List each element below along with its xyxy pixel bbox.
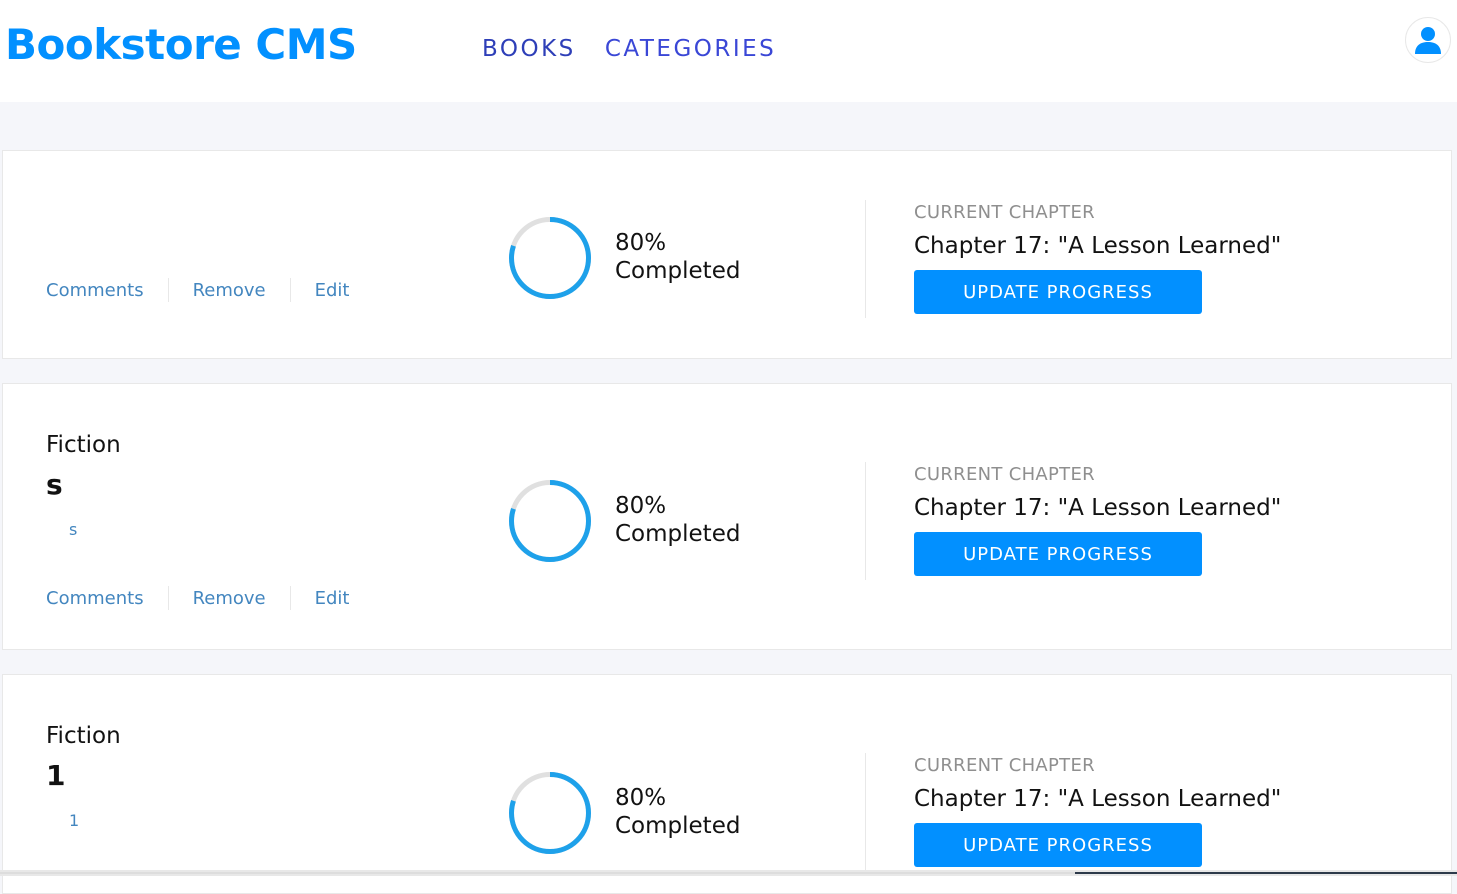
action-divider	[289, 586, 291, 610]
percent-complete: 80%	[615, 230, 667, 257]
chapter-section: CURRENT CHAPTER Chapter 17: "A Lesson Le…	[914, 755, 1281, 867]
completed-label: Completed	[615, 258, 741, 284]
book-title: s	[46, 468, 63, 501]
nav-categories[interactable]: CATEGORIES	[605, 36, 776, 62]
comments-button[interactable]: Comments	[46, 280, 144, 301]
update-progress-button[interactable]: UPDATE PROGRESS	[914, 270, 1202, 314]
action-divider	[167, 586, 169, 610]
book-card: Comments Remove Edit 80% Completed CURRE…	[2, 150, 1452, 359]
window-bottom-edge	[0, 870, 1457, 876]
book-author[interactable]: 1	[69, 811, 79, 830]
percent-complete: 80%	[615, 493, 667, 520]
completed-label: Completed	[615, 813, 741, 839]
book-card: Fiction 1 1 80% Completed CURRENT CHAPTE…	[2, 674, 1452, 894]
remove-button[interactable]: Remove	[193, 588, 266, 609]
chapter-section: CURRENT CHAPTER Chapter 17: "A Lesson Le…	[914, 202, 1281, 314]
edit-button[interactable]: Edit	[315, 280, 350, 301]
vertical-divider	[865, 200, 866, 318]
current-chapter-label: CURRENT CHAPTER	[914, 202, 1095, 223]
book-author[interactable]: s	[69, 520, 77, 539]
progress-indicator: 80% Completed	[507, 478, 740, 564]
action-divider	[289, 278, 291, 302]
nav-books[interactable]: BOOKS	[482, 36, 576, 62]
update-progress-button[interactable]: UPDATE PROGRESS	[914, 823, 1202, 867]
main-nav: BOOKS CATEGORIES	[482, 36, 800, 62]
book-actions: Comments Remove Edit	[46, 278, 349, 302]
progress-ring	[509, 480, 591, 562]
bottom-edge-segment	[0, 872, 1075, 874]
update-progress-button[interactable]: UPDATE PROGRESS	[914, 532, 1202, 576]
current-chapter: Chapter 17: "A Lesson Learned"	[914, 786, 1282, 812]
book-title: 1	[46, 759, 66, 792]
progress-ring	[509, 217, 591, 299]
comments-button[interactable]: Comments	[46, 588, 144, 609]
logo[interactable]: Bookstore CMS	[5, 20, 357, 69]
edit-button[interactable]: Edit	[315, 588, 350, 609]
book-card: Fiction s s Comments Remove Edit 80% Com…	[2, 383, 1452, 650]
vertical-divider	[865, 462, 866, 580]
action-divider	[167, 278, 169, 302]
current-chapter: Chapter 17: "A Lesson Learned"	[914, 495, 1282, 521]
progress-indicator: 80% Completed	[507, 770, 740, 856]
chapter-section: CURRENT CHAPTER Chapter 17: "A Lesson Le…	[914, 464, 1281, 576]
current-chapter-label: CURRENT CHAPTER	[914, 464, 1095, 485]
vertical-divider	[865, 753, 866, 871]
remove-button[interactable]: Remove	[193, 280, 266, 301]
percent-complete: 80%	[615, 785, 667, 812]
user-avatar-button[interactable]	[1405, 17, 1451, 63]
user-icon	[1415, 27, 1441, 54]
book-actions: Comments Remove Edit	[46, 586, 349, 610]
header: Bookstore CMS BOOKS CATEGORIES	[0, 0, 1457, 102]
bottom-edge-segment-dark	[1075, 872, 1457, 874]
progress-indicator: 80% Completed	[507, 215, 740, 301]
current-chapter-label: CURRENT CHAPTER	[914, 755, 1095, 776]
current-chapter: Chapter 17: "A Lesson Learned"	[914, 233, 1282, 259]
progress-ring	[509, 772, 591, 854]
book-genre: Fiction	[46, 432, 121, 458]
completed-label: Completed	[615, 521, 741, 547]
book-genre: Fiction	[46, 723, 121, 749]
